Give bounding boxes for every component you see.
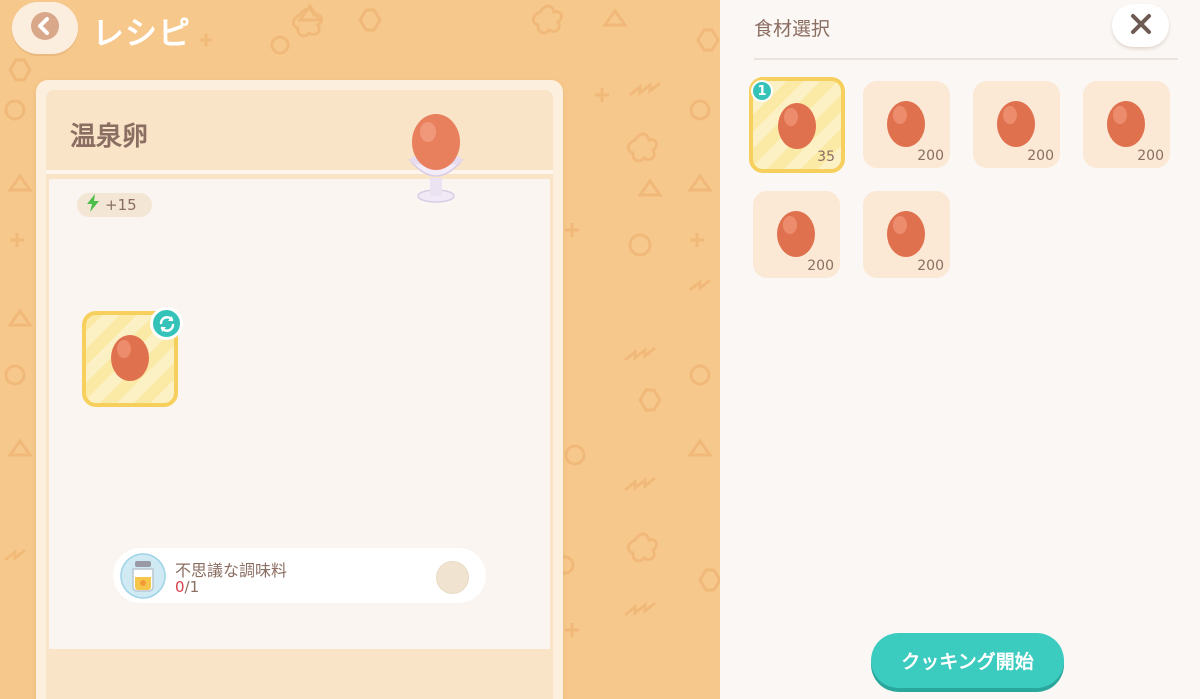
egg-icon bbox=[995, 98, 1037, 152]
dish-image-egg-cup bbox=[404, 112, 468, 210]
seasoning-toggle[interactable] bbox=[436, 561, 469, 594]
egg-icon bbox=[885, 208, 927, 262]
ingredient-item[interactable]: 200 bbox=[863, 191, 950, 278]
start-cooking-button[interactable]: クッキング開始 bbox=[871, 633, 1064, 688]
ingredient-quantity: 200 bbox=[917, 148, 944, 164]
ingredient-quantity: 200 bbox=[1137, 148, 1164, 164]
selected-count-badge: 1 bbox=[751, 80, 773, 102]
refresh-icon[interactable] bbox=[150, 307, 183, 340]
ingredient-quantity: 200 bbox=[807, 258, 834, 274]
energy-value: +15 bbox=[105, 196, 137, 214]
panel-divider bbox=[754, 58, 1178, 60]
close-icon bbox=[1130, 13, 1152, 39]
header-divider bbox=[46, 170, 553, 174]
egg-icon bbox=[885, 98, 927, 152]
egg-icon bbox=[109, 332, 151, 386]
ingredient-item[interactable]: 200 bbox=[973, 81, 1060, 168]
close-button[interactable] bbox=[1112, 4, 1169, 47]
egg-icon bbox=[1105, 98, 1147, 152]
ingredient-item[interactable]: 200 bbox=[753, 191, 840, 278]
ingredient-quantity: 35 bbox=[817, 149, 835, 165]
seasoning-have: 0 bbox=[175, 578, 185, 596]
seasoning-row[interactable]: 不思議な調味料 0/1 bbox=[113, 548, 486, 603]
energy-badge: +15 bbox=[77, 193, 152, 217]
seasoning-need: /1 bbox=[184, 578, 200, 596]
seasoning-count: 0/1 bbox=[175, 578, 199, 596]
recipe-footer bbox=[46, 652, 553, 699]
egg-icon bbox=[775, 208, 817, 262]
chevron-left-icon bbox=[30, 11, 60, 45]
back-button[interactable] bbox=[12, 2, 78, 54]
panel-title: 食材選択 bbox=[754, 18, 831, 40]
lightning-icon bbox=[85, 194, 101, 216]
ingredient-quantity: 200 bbox=[1027, 148, 1054, 164]
egg-icon bbox=[776, 100, 818, 154]
ingredient-quantity: 200 bbox=[917, 258, 944, 274]
recipe-name: 温泉卵 bbox=[70, 122, 149, 152]
page-title: レシピ bbox=[92, 14, 192, 52]
ingredient-item[interactable]: 200 bbox=[863, 81, 950, 168]
ingredient-item[interactable]: 200 bbox=[1083, 81, 1170, 168]
seasoning-jar-icon bbox=[120, 553, 166, 603]
